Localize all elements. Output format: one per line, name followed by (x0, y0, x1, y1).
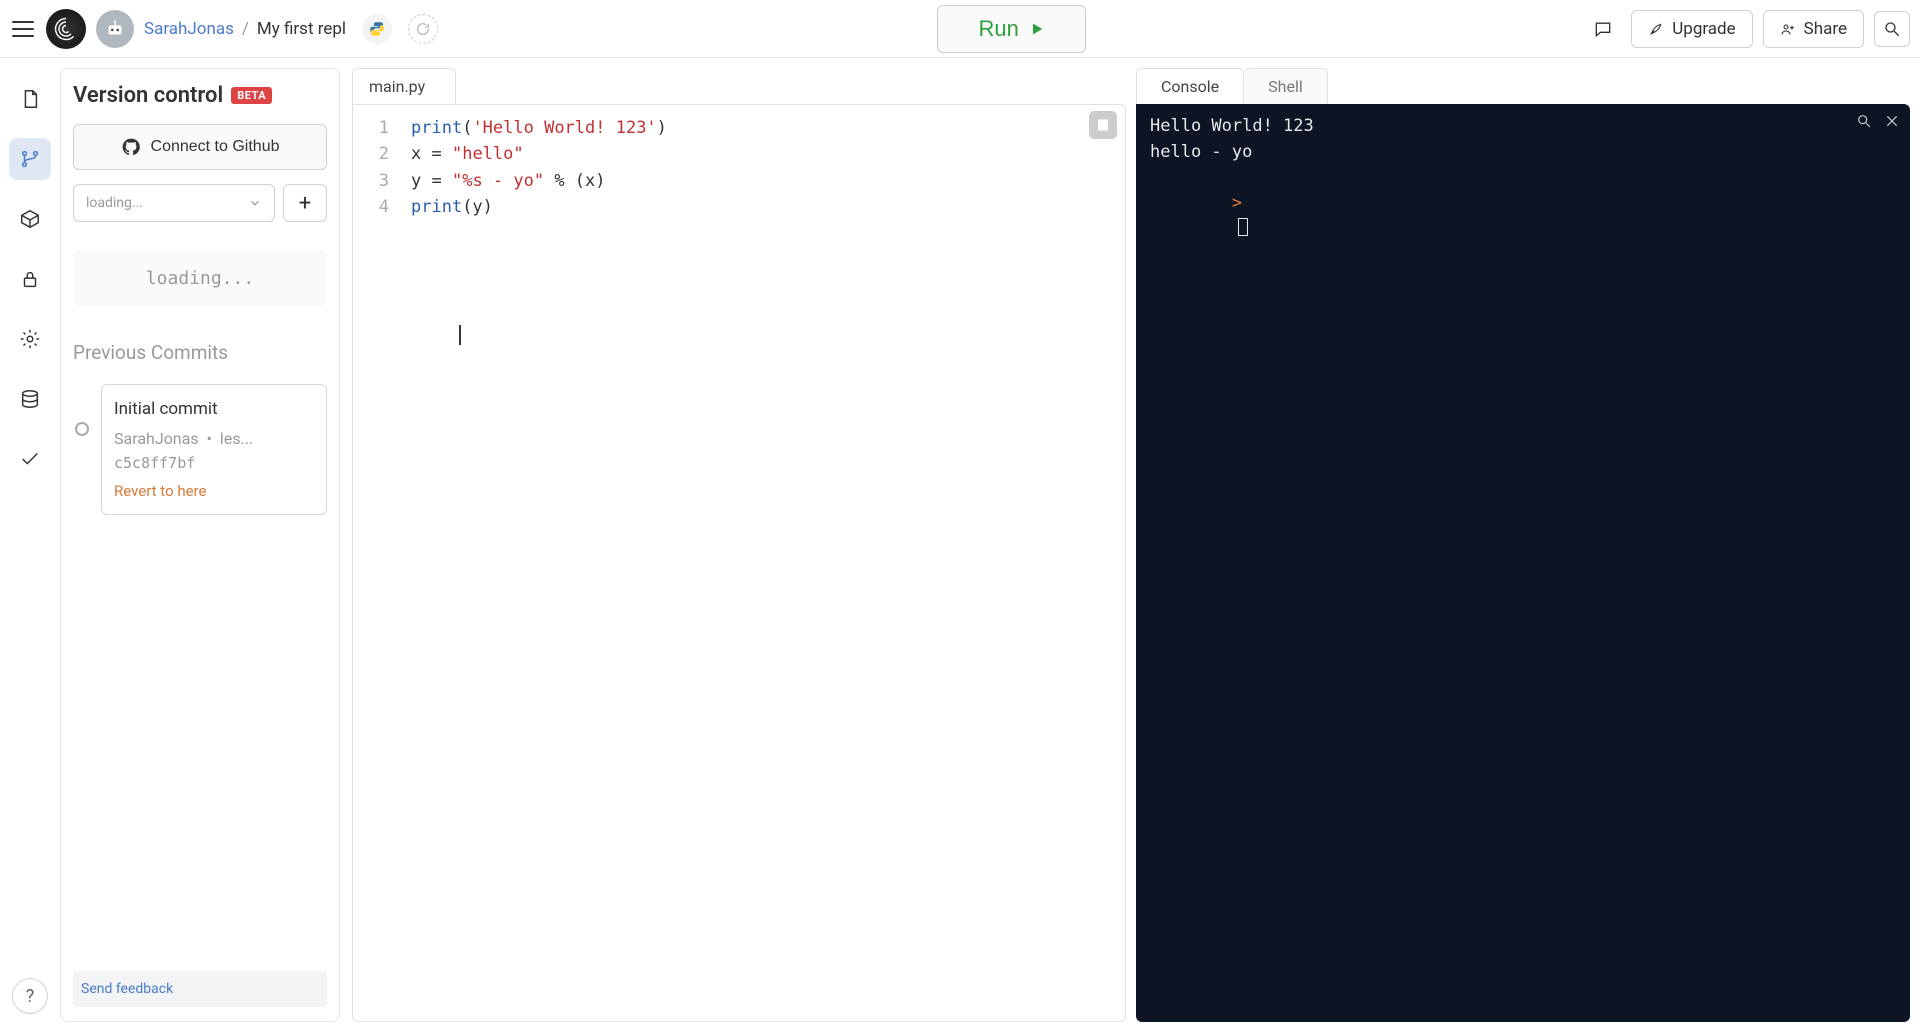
commit-sep: • (207, 429, 212, 448)
spiral-icon (52, 15, 80, 43)
search-icon (1883, 20, 1901, 38)
close-icon (1884, 113, 1900, 129)
editor-tabs: main.py (352, 68, 1126, 104)
run-label: Run (978, 16, 1018, 42)
python-icon (368, 20, 386, 38)
send-feedback-link[interactable]: Send feedback (73, 971, 327, 1007)
chevron-down-icon (248, 196, 262, 210)
editor-pane: main.py 1234 print('Hello World! 123')x … (352, 68, 1126, 1022)
question-mark-icon: ? (26, 986, 35, 1007)
revert-link[interactable]: Revert to here (114, 482, 314, 500)
search-button[interactable] (1874, 11, 1910, 47)
commit-dot (75, 422, 89, 436)
github-icon (121, 137, 141, 157)
code-lines[interactable]: print('Hello World! 123')x = "hello"y = … (403, 105, 667, 1021)
commit-title: Initial commit (114, 399, 314, 419)
console-search-button[interactable] (1856, 112, 1872, 138)
beta-badge: BETA (231, 87, 272, 104)
people-plus-icon (1780, 21, 1796, 37)
file-icon (19, 88, 41, 110)
console-cursor (1238, 218, 1248, 236)
rail-secrets[interactable] (9, 258, 51, 300)
sidebar-rail: ? (0, 58, 60, 1032)
upgrade-button[interactable]: Upgrade (1631, 10, 1752, 48)
branch-select-placeholder: loading... (86, 195, 143, 211)
breadcrumb-user[interactable]: SarahJonas (144, 19, 234, 39)
loading-placeholder: loading... (73, 250, 327, 307)
vc-title-row: Version control BETA (73, 83, 327, 108)
play-icon (1029, 21, 1045, 37)
version-control-panel: Version control BETA Connect to Github l… (60, 68, 340, 1022)
header-center: Run (438, 5, 1585, 53)
header-right: Upgrade Share (1585, 10, 1910, 48)
console-pane: Console Shell Hello World! 123hello - yo… (1136, 68, 1910, 1022)
user-avatar[interactable] (96, 10, 134, 48)
menu-icon[interactable] (10, 16, 36, 42)
package-icon (19, 208, 41, 230)
language-badge[interactable] (362, 14, 392, 44)
docs-markdown-button[interactable] (1089, 111, 1117, 139)
check-icon (19, 448, 41, 470)
robot-icon (104, 18, 126, 40)
help-button[interactable]: ? (12, 978, 48, 1014)
tab-shell[interactable]: Shell (1244, 68, 1328, 104)
app-logo[interactable] (46, 9, 86, 49)
rail-files[interactable] (9, 78, 51, 120)
line-gutter: 1234 (353, 105, 403, 1021)
branch-select[interactable]: loading... (73, 184, 275, 222)
share-button[interactable]: Share (1763, 10, 1864, 48)
breadcrumb-repl[interactable]: My first repl (257, 19, 346, 39)
rail-version-control[interactable] (9, 138, 51, 180)
plus-icon: + (299, 191, 311, 216)
connect-github-button[interactable]: Connect to Github (73, 124, 327, 170)
previous-commits-title: Previous Commits (73, 341, 327, 364)
console-output: Hello World! 123hello - yo (1150, 114, 1896, 165)
rocket-icon (1648, 21, 1664, 37)
reload-button[interactable] (408, 14, 438, 44)
share-label: Share (1804, 19, 1847, 39)
editor-body[interactable]: 1234 print('Hello World! 123')x = "hello… (352, 104, 1126, 1022)
search-icon (1856, 113, 1872, 129)
breadcrumb-separator: / (242, 19, 249, 39)
run-button[interactable]: Run (937, 5, 1085, 53)
comments-button[interactable] (1585, 11, 1621, 47)
file-tab-main[interactable]: main.py (352, 68, 456, 104)
console-tabs: Console Shell (1136, 68, 1910, 104)
document-icon (1095, 117, 1111, 133)
database-icon (19, 388, 41, 410)
console-prompt-line: > (1150, 165, 1896, 267)
chat-icon (1593, 19, 1613, 39)
tab-console[interactable]: Console (1136, 68, 1244, 104)
commit-card[interactable]: Initial commit SarahJonas • les... c5c8f… (101, 384, 327, 515)
reload-icon (415, 21, 431, 37)
rail-settings[interactable] (9, 318, 51, 360)
breadcrumb: SarahJonas / My first repl (144, 19, 346, 39)
vc-title: Version control (73, 83, 223, 108)
upgrade-label: Upgrade (1672, 19, 1735, 39)
commit-dot-col (73, 384, 91, 515)
commit-time: les... (220, 429, 253, 448)
console-actions (1856, 112, 1900, 138)
add-branch-button[interactable]: + (283, 184, 327, 222)
main-area: ? Version control BETA Connect to Github… (0, 58, 1920, 1032)
app-header: SarahJonas / My first repl Run Upgra (0, 0, 1920, 58)
commit-author: SarahJonas (114, 429, 199, 448)
console-prompt: > (1232, 193, 1242, 213)
lock-icon (19, 268, 41, 290)
header-left: SarahJonas / My first repl (10, 9, 438, 49)
rail-database[interactable] (9, 378, 51, 420)
branch-row: loading... + (73, 184, 327, 222)
console-body[interactable]: Hello World! 123hello - yo > (1136, 104, 1910, 1022)
rail-packages[interactable] (9, 198, 51, 240)
rail-tests[interactable] (9, 438, 51, 480)
commit-hash: c5c8ff7bf (114, 454, 314, 472)
commit-meta: SarahJonas • les... (114, 429, 314, 448)
connect-github-label: Connect to Github (151, 138, 280, 156)
console-clear-button[interactable] (1884, 112, 1900, 138)
gear-icon (19, 328, 41, 350)
commit-timeline: Initial commit SarahJonas • les... c5c8f… (73, 384, 327, 515)
branch-icon (19, 148, 41, 170)
